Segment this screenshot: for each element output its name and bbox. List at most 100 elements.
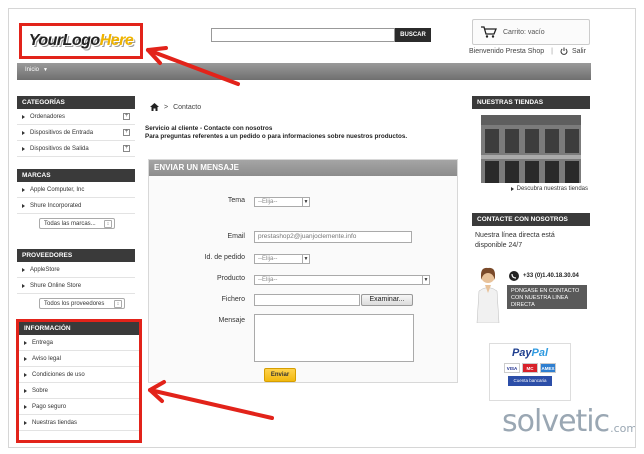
logout-link[interactable]: Salir xyxy=(572,48,586,55)
email-field[interactable]: prestashop2@juanjoclemente.info xyxy=(254,231,412,243)
file-label: Fichero xyxy=(221,296,245,303)
contact-form: ENVIAR UN MENSAJE Tema --Elija-- ▼ Email … xyxy=(148,159,458,383)
message-textarea[interactable] xyxy=(254,314,414,362)
stores-block: NUESTRAS TIENDAS Descubra nuestras tiend… xyxy=(472,96,590,192)
cart-label: Carrito: vacío xyxy=(503,28,545,36)
order-id-label: Id. de pedido xyxy=(204,254,245,261)
brands-block: MARCAS Apple Computer, Inc Shure Incorpo… xyxy=(17,169,135,229)
order-id-select-value: --Elija-- xyxy=(258,256,278,262)
main-nav: Inicio ▼ xyxy=(17,63,591,80)
chevron-down-icon: ▼ xyxy=(43,67,48,73)
intro-line-1: Servicio al cliente - Contacte con nosot… xyxy=(145,125,273,132)
chevron-down-icon: ↕ xyxy=(114,299,122,308)
suppliers-title: PROVEEDORES xyxy=(17,249,135,262)
chevron-down-icon: ▼ xyxy=(302,198,309,206)
chevron-down-icon: ↕ xyxy=(104,219,112,228)
arrow-right-icon xyxy=(22,267,25,272)
order-id-select[interactable]: --Elija-- ▼ xyxy=(254,254,310,264)
category-item[interactable]: Dispositivos de Salida + xyxy=(17,141,135,157)
nav-home-label: Inicio xyxy=(25,67,40,73)
plus-icon[interactable]: + xyxy=(123,129,130,136)
browse-file-button[interactable]: Examinar... xyxy=(361,294,413,306)
search-input[interactable] xyxy=(211,28,395,42)
product-label: Producto xyxy=(216,275,245,282)
supplier-item[interactable]: Shure Online Store xyxy=(17,278,135,294)
stores-link[interactable]: Descubra nuestras tiendas xyxy=(472,186,590,192)
brand-item[interactable]: Apple Computer, Inc xyxy=(17,182,135,198)
categories-title: CATEGORÍAS xyxy=(17,96,135,109)
plus-icon[interactable]: + xyxy=(123,145,130,152)
support-agent-image xyxy=(476,267,500,323)
phone-row: +33 (0)1.40.18.30.04 xyxy=(509,271,579,281)
amex-logo: AMEX xyxy=(540,363,556,373)
categories-block: CATEGORÍAS Ordenadores + Dispositivos de … xyxy=(17,96,135,157)
payment-logos: PayPal VISA MC AMEX Cuenta bancaria xyxy=(489,343,571,401)
store-facade-image xyxy=(481,115,581,183)
breadcrumb-current: Contacto xyxy=(173,103,202,111)
breadcrumb: > Contacto xyxy=(150,103,201,111)
watermark-domain: .com xyxy=(610,422,636,435)
power-icon xyxy=(560,47,568,55)
watermark-main: solvetic xyxy=(502,404,610,439)
card-logos: VISA MC AMEX xyxy=(490,363,570,373)
breadcrumb-separator: > xyxy=(164,103,169,111)
page-frame: YourLogoHere BUSCAR Carrito: vacío Bienv… xyxy=(8,8,636,448)
chevron-down-icon: ▼ xyxy=(422,276,429,284)
contact-hotline-button[interactable]: PONGASE EN CONTACTO CON NUESTRA LINEA DI… xyxy=(507,285,587,309)
send-button[interactable]: Enviar xyxy=(264,368,296,382)
home-icon[interactable] xyxy=(150,103,159,111)
shop-logo[interactable]: YourLogoHere xyxy=(19,23,143,59)
solvetic-watermark: solvetic .com xyxy=(502,404,636,439)
brands-select[interactable]: Todas las marcas... ↕ xyxy=(39,218,115,229)
contact-text: Nuestra línea directa está disponible 24… xyxy=(475,232,555,249)
welcome-text: Bienvenido Presta Shop xyxy=(469,47,545,55)
email-label: Email xyxy=(227,233,245,240)
tema-select-value: --Elija-- xyxy=(258,199,278,205)
supplier-item[interactable]: AppleStore xyxy=(17,262,135,278)
mastercard-logo: MC xyxy=(522,363,538,373)
visa-logo: VISA xyxy=(504,363,520,373)
suppliers-select-value: Todos los proveedores xyxy=(44,300,105,307)
stores-link-label: Descubra nuestras tiendas xyxy=(516,186,588,192)
intro-line-2: Para preguntas referentes a un pedido o … xyxy=(145,133,408,140)
contact-block: CONTACTE CON NOSOTROS Nuestra línea dire… xyxy=(472,213,590,251)
cart-box[interactable]: Carrito: vacío xyxy=(472,19,590,45)
cart-icon xyxy=(481,26,497,38)
brands-select-value: Todas las marcas... xyxy=(44,220,96,227)
chevron-down-icon: ▼ xyxy=(302,255,309,263)
arrow-right-icon xyxy=(22,130,25,135)
arrow-right-icon xyxy=(510,187,514,191)
nav-home[interactable]: Inicio ▼ xyxy=(25,67,48,73)
arrow-right-icon xyxy=(22,187,25,192)
stores-title: NUESTRAS TIENDAS xyxy=(472,96,590,109)
suppliers-block: PROVEEDORES AppleStore Shure Online Stor… xyxy=(17,249,135,309)
phone-icon xyxy=(509,271,519,281)
category-item[interactable]: Dispositivos de Entrada + xyxy=(17,125,135,141)
paypal-logo: PayPal xyxy=(511,347,549,359)
tema-label: Tema xyxy=(227,197,245,204)
contact-intro: Servicio al cliente - Contacte con nosot… xyxy=(145,125,407,141)
information-highlight-box xyxy=(16,319,142,443)
suppliers-select[interactable]: Todos los proveedores ↕ xyxy=(39,298,125,309)
welcome-separator: | xyxy=(551,47,553,55)
store-image[interactable] xyxy=(481,115,581,183)
form-title: ENVIAR UN MENSAJE xyxy=(149,160,457,176)
arrow-right-icon xyxy=(22,146,25,151)
phone-number: +33 (0)1.40.18.30.04 xyxy=(523,273,579,279)
product-select-value: --Elija-- xyxy=(258,277,278,283)
plus-icon[interactable]: + xyxy=(123,113,130,120)
arrow-right-icon xyxy=(22,114,25,119)
arrow-right-icon xyxy=(22,283,25,288)
arrow-right-icon xyxy=(22,203,25,208)
contact-title: CONTACTE CON NOSOTROS xyxy=(472,213,590,226)
file-path-field[interactable] xyxy=(254,294,360,306)
category-item[interactable]: Ordenadores + xyxy=(17,109,135,125)
brand-item[interactable]: Shure Incorporated xyxy=(17,198,135,214)
tema-select[interactable]: --Elija-- ▼ xyxy=(254,197,310,207)
search-button[interactable]: BUSCAR xyxy=(395,28,431,42)
bank-transfer-logo: Cuenta bancaria xyxy=(508,376,552,386)
logo-text: YourLogoHere xyxy=(28,32,134,49)
welcome-bar: Bienvenido Presta Shop | Salir xyxy=(469,47,586,55)
product-select[interactable]: --Elija-- ▼ xyxy=(254,275,430,285)
message-label: Mensaje xyxy=(218,317,245,324)
